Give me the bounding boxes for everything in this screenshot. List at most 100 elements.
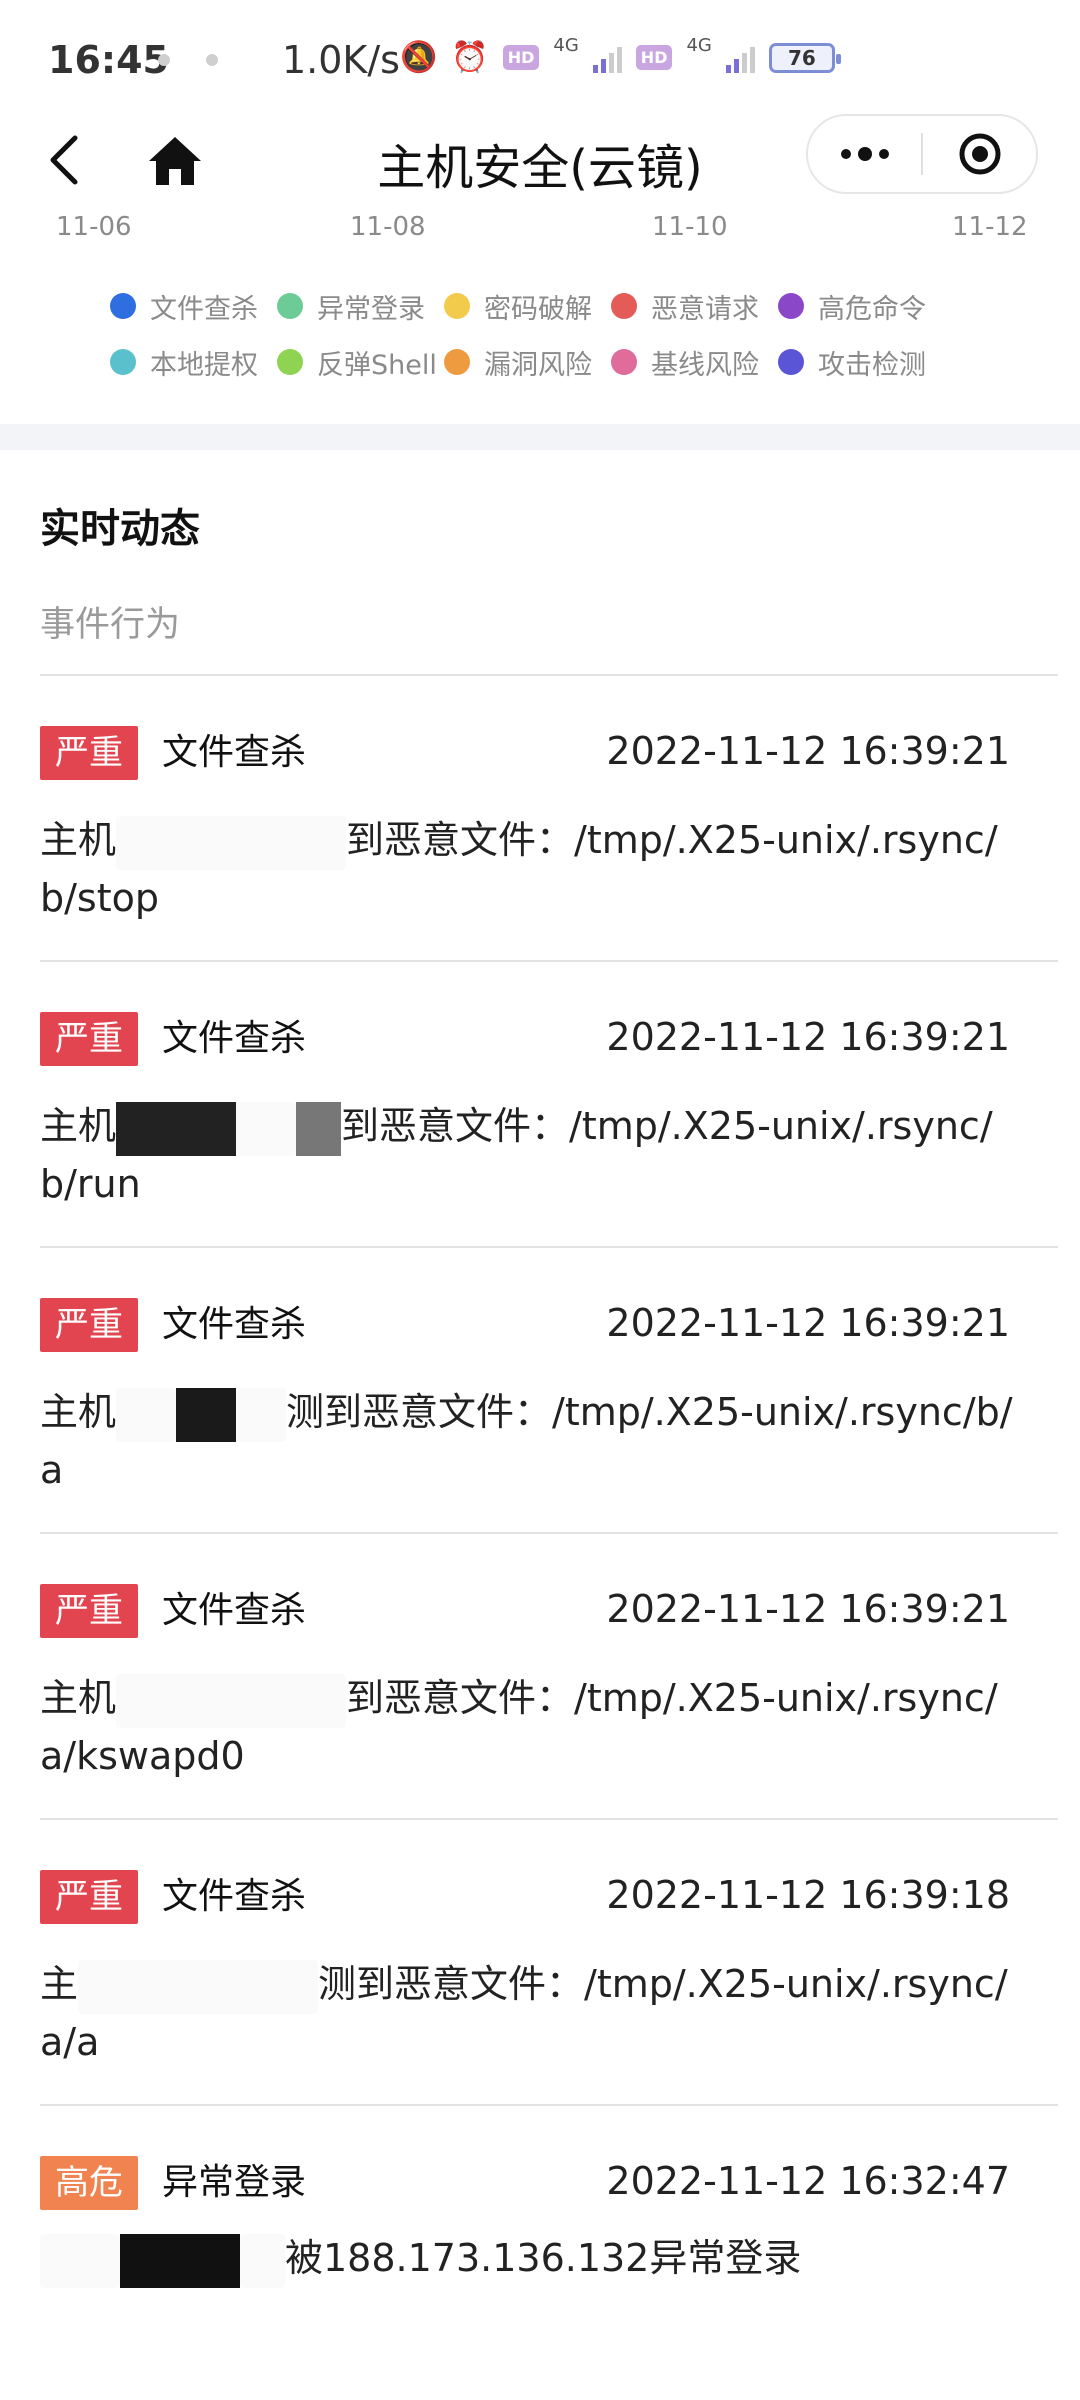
event-type: 文件查杀 [162, 1018, 307, 1059]
redacted-area [116, 1673, 347, 1728]
redacted-area [78, 1959, 319, 2014]
x-tick-label: 11-12 [952, 212, 1028, 242]
legend-item[interactable]: 高危命令 [778, 287, 945, 326]
event-type: 异常登录 [162, 2162, 307, 2203]
status-icons: 🔕 ⏰ HD 4G HD 4G 76 [400, 35, 841, 75]
event-description: 主机 到恶意文件：/tmp/.X25-unix/.rsync/b/run [40, 1098, 1020, 1212]
chart-x-axis: 11-06 11-08 11-10 11-12 [0, 212, 1080, 252]
event-time: 2022-11-12 16:32:47 [606, 2159, 1010, 2203]
section-title: 实时动态 [40, 506, 200, 552]
severity-badge: 严重 [40, 726, 138, 780]
signal-icon-2 [725, 43, 755, 73]
legend-item[interactable]: 本地提权 [110, 343, 277, 382]
event-time: 2022-11-12 16:39:21 [606, 1015, 1010, 1059]
event-time: 2022-11-12 16:39:21 [606, 1301, 1010, 1345]
signal-icon [592, 43, 622, 73]
redacted-area [40, 2233, 120, 2288]
status-time: 16:45 [48, 38, 169, 82]
legend-label: 本地提权 [150, 349, 258, 381]
event-item[interactable]: 严重 文件查杀 2022-11-12 16:39:21 主机 到恶意文件：/tmp… [40, 962, 1058, 1248]
x-tick-label: 11-08 [350, 212, 426, 242]
legend-label: 反弹Shell [317, 349, 437, 381]
desc-start: 主 [40, 1962, 79, 2006]
event-time: 2022-11-12 16:39:18 [606, 1873, 1010, 1917]
legend-item[interactable]: 密码破解 [444, 287, 611, 326]
legend-dot [611, 293, 637, 319]
event-time: 2022-11-12 16:39:21 [606, 1587, 1010, 1631]
event-description: 主机 到恶意文件：/tmp/.X25-unix/.rsync/b/stop [40, 812, 1020, 926]
page-title: 主机安全(云镜) [377, 140, 703, 196]
legend-dot [778, 293, 804, 319]
event-description: 主机 测到恶意文件：/tmp/.X25-unix/.rsync/b/a [40, 1384, 1020, 1498]
desc-start: 主机 [40, 1104, 117, 1148]
legend-dot [110, 293, 136, 319]
legend-label: 文件查杀 [150, 293, 258, 325]
legend-item[interactable]: 恶意请求 [611, 287, 778, 326]
event-item[interactable]: 严重 文件查杀 2022-11-12 16:39:21 主机 到恶意文件：/tmp… [40, 1534, 1058, 1820]
desc-start: 主机 [40, 1390, 117, 1434]
redacted-area [116, 1101, 237, 1156]
legend-dot [277, 293, 303, 319]
nav-bar: 主机安全(云镜) [0, 110, 1080, 210]
redacted-area [120, 2233, 240, 2288]
desc-start: 主机 [40, 818, 117, 862]
section-subtitle: 事件行为 [40, 605, 181, 645]
mute-bell-icon: 🔕 [400, 40, 438, 75]
legend-item[interactable]: 攻击检测 [778, 343, 945, 382]
alarm-icon: ⏰ [451, 40, 489, 75]
severity-badge: 严重 [40, 1870, 138, 1924]
event-item[interactable]: 高危 异常登录 2022-11-12 16:32:47 被188.173.136… [40, 2106, 1058, 2346]
battery-icon: 76 [768, 42, 841, 73]
legend-dot [110, 349, 136, 375]
event-type: 文件查杀 [162, 1876, 307, 1917]
event-type: 文件查杀 [162, 1590, 307, 1631]
legend-item[interactable]: 漏洞风险 [444, 343, 611, 382]
severity-badge: 严重 [40, 1298, 138, 1352]
event-time: 2022-11-12 16:39:21 [606, 729, 1010, 773]
x-tick-label: 11-06 [56, 212, 132, 242]
severity-badge: 高危 [40, 2156, 138, 2210]
redacted-area [236, 1387, 287, 1442]
event-item[interactable]: 严重 文件查杀 2022-11-12 16:39:18 主测到恶意文件：/tmp… [40, 1820, 1058, 2106]
legend-item[interactable]: 异常登录 [277, 287, 444, 326]
legend-item[interactable]: 基线风险 [611, 343, 778, 382]
legend-dot [444, 349, 470, 375]
event-item[interactable]: 严重 文件查杀 2022-11-12 16:39:21 主机 测到恶意文件：/tm… [40, 1248, 1058, 1534]
more-icon[interactable] [808, 116, 921, 192]
redacted-area [116, 1387, 177, 1442]
legend-item[interactable]: 反弹Shell [277, 343, 444, 382]
legend-dot [611, 349, 637, 375]
legend-dot [444, 293, 470, 319]
legend-label: 恶意请求 [651, 293, 759, 325]
redacted-area [240, 2233, 285, 2288]
event-type: 文件查杀 [162, 732, 307, 773]
section-divider [0, 424, 1080, 450]
legend-label: 高危命令 [818, 293, 926, 325]
legend-label: 密码破解 [484, 293, 592, 325]
redacted-area [176, 1387, 237, 1442]
legend-dot [778, 349, 804, 375]
severity-badge: 严重 [40, 1584, 138, 1638]
severity-badge: 严重 [40, 1012, 138, 1066]
mini-program-capsule [806, 114, 1038, 194]
event-item[interactable]: 严重 文件查杀 2022-11-12 16:39:21 主机 到恶意文件：/tmp… [40, 676, 1058, 962]
network-type-2: 4G [686, 35, 712, 56]
redacted-area [296, 1101, 342, 1156]
status-bar: 16:45 1.0K/s 🔕 ⏰ HD 4G HD 4G 76 [0, 0, 1080, 120]
desc-end: 被188.173.136.132异常登录 [285, 2236, 802, 2280]
legend-dot [277, 349, 303, 375]
close-target-icon[interactable] [923, 116, 1036, 192]
desc-start: 主机 [40, 1676, 117, 1720]
chart-legend: 文件查杀 异常登录 密码破解 恶意请求 高危命令 本地提权 反弹Shell 漏洞… [110, 278, 970, 390]
home-icon[interactable] [142, 128, 208, 194]
redacted-area [116, 815, 347, 870]
network-type-1: 4G [553, 35, 579, 56]
back-arrow-icon[interactable] [34, 130, 94, 190]
event-description: 主机 到恶意文件：/tmp/.X25-unix/.rsync/a/kswapd0 [40, 1670, 1020, 1784]
legend-label: 攻击检测 [818, 349, 926, 381]
hd-icon-2: HD [635, 45, 673, 70]
legend-item[interactable]: 文件查杀 [110, 287, 277, 326]
legend-label: 基线风险 [651, 349, 759, 381]
hd-icon: HD [502, 45, 540, 70]
event-list: 严重 文件查杀 2022-11-12 16:39:21 主机 到恶意文件：/tmp… [40, 676, 1058, 2346]
